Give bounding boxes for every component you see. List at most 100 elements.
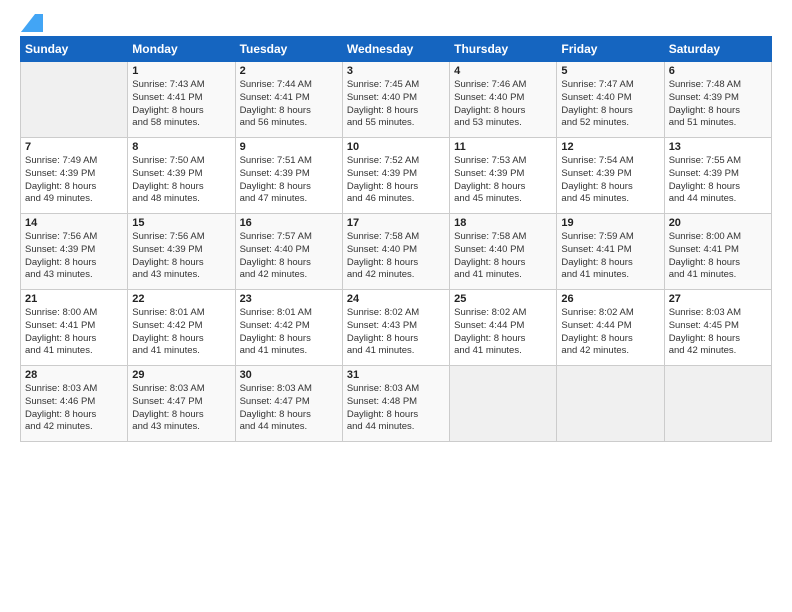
day-info: Sunrise: 8:03 AM Sunset: 4:45 PM Dayligh…	[669, 307, 767, 358]
calendar-cell: 13Sunrise: 7:55 AM Sunset: 4:39 PM Dayli…	[664, 138, 771, 214]
calendar-cell: 12 Sunrise: 7:54 AM Sunset: 4:39 PM Dayli…	[557, 138, 664, 214]
day-info: Sunrise: 7:55 AM Sunset: 4:39 PM Dayligh…	[669, 155, 767, 206]
day-number: 27	[669, 293, 767, 305]
calendar-cell: 6 Sunrise: 7:48 AM Sunset: 4:39 PM Daylig…	[664, 62, 771, 138]
day-number: 3	[347, 65, 445, 77]
calendar-cell	[557, 366, 664, 442]
day-info: Sunrise: 7:45 AM Sunset: 4:40 PM Dayligh…	[347, 79, 445, 130]
weekday-header-tuesday: Tuesday	[235, 37, 342, 62]
day-number: 11	[454, 141, 552, 153]
calendar-cell: 23 Sunrise: 8:01 AM Sunset: 4:42 PM Dayli…	[235, 290, 342, 366]
day-number: 7	[25, 141, 123, 153]
day-info: Sunrise: 7:44 AM Sunset: 4:41 PM Dayligh…	[240, 79, 338, 130]
day-number: 28	[25, 369, 123, 381]
day-number: 9	[240, 141, 338, 153]
logo-icon	[21, 14, 43, 32]
day-number: 17	[347, 217, 445, 229]
day-info: Sunrise: 7:52 AM Sunset: 4:39 PM Dayligh…	[347, 155, 445, 206]
day-info: Sunrise: 7:46 AM Sunset: 4:40 PM Dayligh…	[454, 79, 552, 130]
day-info: Sunrise: 7:53 AM Sunset: 4:39 PM Dayligh…	[454, 155, 552, 206]
calendar-week-3: 14 Sunrise: 7:56 AM Sunset: 4:39 PM Dayli…	[21, 214, 772, 290]
day-number: 16	[240, 217, 338, 229]
day-info: Sunrise: 8:02 AM Sunset: 4:43 PM Dayligh…	[347, 307, 445, 358]
day-number: 31	[347, 369, 445, 381]
calendar-cell: 10 Sunrise: 7:52 AM Sunset: 4:39 PM Dayli…	[342, 138, 449, 214]
calendar-cell: 25 Sunrise: 8:02 AM Sunset: 4:44 PM Dayli…	[450, 290, 557, 366]
day-info: Sunrise: 7:58 AM Sunset: 4:40 PM Dayligh…	[347, 231, 445, 282]
day-number: 12	[561, 141, 659, 153]
header	[20, 16, 772, 28]
day-info: Sunrise: 8:00 AM Sunset: 4:41 PM Dayligh…	[25, 307, 123, 358]
day-number: 26	[561, 293, 659, 305]
calendar-cell: 29 Sunrise: 8:03 AM Sunset: 4:47 PM Dayli…	[128, 366, 235, 442]
day-number: 15	[132, 217, 230, 229]
day-number: 10	[347, 141, 445, 153]
calendar-cell: 22 Sunrise: 8:01 AM Sunset: 4:42 PM Dayli…	[128, 290, 235, 366]
calendar-cell: 8Sunrise: 7:50 AM Sunset: 4:39 PM Daylig…	[128, 138, 235, 214]
calendar-cell: 17 Sunrise: 7:58 AM Sunset: 4:40 PM Dayli…	[342, 214, 449, 290]
day-info: Sunrise: 8:03 AM Sunset: 4:47 PM Dayligh…	[240, 383, 338, 434]
calendar-cell: 19Sunrise: 7:59 AM Sunset: 4:41 PM Dayli…	[557, 214, 664, 290]
day-info: Sunrise: 8:03 AM Sunset: 4:47 PM Dayligh…	[132, 383, 230, 434]
day-info: Sunrise: 8:03 AM Sunset: 4:48 PM Dayligh…	[347, 383, 445, 434]
calendar-week-4: 21 Sunrise: 8:00 AM Sunset: 4:41 PM Dayli…	[21, 290, 772, 366]
calendar-cell: 14Sunrise: 7:56 AM Sunset: 4:39 PM Dayli…	[21, 214, 128, 290]
day-info: Sunrise: 8:01 AM Sunset: 4:42 PM Dayligh…	[240, 307, 338, 358]
calendar-cell: 5Sunrise: 7:47 AM Sunset: 4:40 PM Daylig…	[557, 62, 664, 138]
day-number: 4	[454, 65, 552, 77]
calendar-cell: 16 Sunrise: 7:57 AM Sunset: 4:40 PM Dayli…	[235, 214, 342, 290]
page: SundayMondayTuesdayWednesdayThursdayFrid…	[0, 0, 792, 612]
calendar-cell: 27 Sunrise: 8:03 AM Sunset: 4:45 PM Dayli…	[664, 290, 771, 366]
day-number: 25	[454, 293, 552, 305]
weekday-header-saturday: Saturday	[664, 37, 771, 62]
calendar-cell: 21 Sunrise: 8:00 AM Sunset: 4:41 PM Dayli…	[21, 290, 128, 366]
day-number: 20	[669, 217, 767, 229]
day-info: Sunrise: 8:02 AM Sunset: 4:44 PM Dayligh…	[454, 307, 552, 358]
day-info: Sunrise: 7:57 AM Sunset: 4:40 PM Dayligh…	[240, 231, 338, 282]
calendar-cell: 18Sunrise: 7:58 AM Sunset: 4:40 PM Dayli…	[450, 214, 557, 290]
calendar-cell: 24 Sunrise: 8:02 AM Sunset: 4:43 PM Dayli…	[342, 290, 449, 366]
day-info: Sunrise: 8:01 AM Sunset: 4:42 PM Dayligh…	[132, 307, 230, 358]
day-number: 22	[132, 293, 230, 305]
day-number: 30	[240, 369, 338, 381]
day-number: 6	[669, 65, 767, 77]
day-info: Sunrise: 8:02 AM Sunset: 4:44 PM Dayligh…	[561, 307, 659, 358]
day-info: Sunrise: 7:54 AM Sunset: 4:39 PM Dayligh…	[561, 155, 659, 206]
day-number: 21	[25, 293, 123, 305]
logo	[20, 16, 43, 28]
day-number: 2	[240, 65, 338, 77]
day-info: Sunrise: 8:00 AM Sunset: 4:41 PM Dayligh…	[669, 231, 767, 282]
calendar-cell: 15 Sunrise: 7:56 AM Sunset: 4:39 PM Dayli…	[128, 214, 235, 290]
weekday-header-row: SundayMondayTuesdayWednesdayThursdayFrid…	[21, 37, 772, 62]
day-number: 14	[25, 217, 123, 229]
calendar-cell: 28 Sunrise: 8:03 AM Sunset: 4:46 PM Dayli…	[21, 366, 128, 442]
day-info: Sunrise: 7:48 AM Sunset: 4:39 PM Dayligh…	[669, 79, 767, 130]
weekday-header-thursday: Thursday	[450, 37, 557, 62]
day-info: Sunrise: 7:56 AM Sunset: 4:39 PM Dayligh…	[132, 231, 230, 282]
calendar-cell	[664, 366, 771, 442]
calendar-cell: 26 Sunrise: 8:02 AM Sunset: 4:44 PM Dayli…	[557, 290, 664, 366]
day-number: 1	[132, 65, 230, 77]
calendar-cell: 30 Sunrise: 8:03 AM Sunset: 4:47 PM Dayli…	[235, 366, 342, 442]
calendar-cell	[21, 62, 128, 138]
calendar-cell: 31 Sunrise: 8:03 AM Sunset: 4:48 PM Dayli…	[342, 366, 449, 442]
calendar-cell: 4 Sunrise: 7:46 AM Sunset: 4:40 PM Daylig…	[450, 62, 557, 138]
calendar-week-1: 1 Sunrise: 7:43 AM Sunset: 4:41 PM Daylig…	[21, 62, 772, 138]
day-number: 23	[240, 293, 338, 305]
day-info: Sunrise: 7:43 AM Sunset: 4:41 PM Dayligh…	[132, 79, 230, 130]
calendar-cell: 9 Sunrise: 7:51 AM Sunset: 4:39 PM Daylig…	[235, 138, 342, 214]
day-info: Sunrise: 7:51 AM Sunset: 4:39 PM Dayligh…	[240, 155, 338, 206]
day-number: 24	[347, 293, 445, 305]
weekday-header-monday: Monday	[128, 37, 235, 62]
calendar-cell: 3 Sunrise: 7:45 AM Sunset: 4:40 PM Daylig…	[342, 62, 449, 138]
calendar-week-5: 28 Sunrise: 8:03 AM Sunset: 4:46 PM Dayli…	[21, 366, 772, 442]
calendar-cell: 7Sunrise: 7:49 AM Sunset: 4:39 PM Daylig…	[21, 138, 128, 214]
day-number: 8	[132, 141, 230, 153]
calendar-week-2: 7Sunrise: 7:49 AM Sunset: 4:39 PM Daylig…	[21, 138, 772, 214]
day-info: Sunrise: 8:03 AM Sunset: 4:46 PM Dayligh…	[25, 383, 123, 434]
day-number: 29	[132, 369, 230, 381]
weekday-header-sunday: Sunday	[21, 37, 128, 62]
calendar-cell: 1 Sunrise: 7:43 AM Sunset: 4:41 PM Daylig…	[128, 62, 235, 138]
calendar-cell	[450, 366, 557, 442]
day-number: 5	[561, 65, 659, 77]
